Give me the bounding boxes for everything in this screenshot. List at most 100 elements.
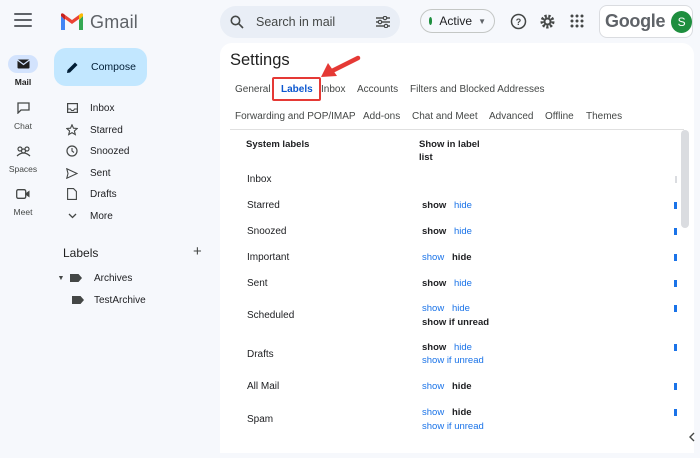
help-icon[interactable]: ?: [508, 11, 528, 31]
divider: [230, 129, 684, 130]
collapse-side-panel-button[interactable]: [684, 430, 698, 444]
row-edge-mark: [674, 254, 677, 261]
label-name: Archives: [94, 272, 133, 284]
row-edge-mark: [674, 344, 677, 351]
rail-label: Meet: [13, 207, 33, 217]
rail-meet[interactable]: Meet: [0, 185, 46, 217]
apps-grid-icon[interactable]: [567, 11, 587, 31]
compose-button[interactable]: Compose: [54, 48, 147, 86]
scheduled-show-if-unread[interactable]: show if unread: [422, 317, 489, 328]
tab-accounts[interactable]: Accounts: [357, 84, 398, 95]
hamburger-line: [14, 13, 32, 15]
tab-addons[interactable]: Add-ons: [363, 111, 400, 122]
rail-label: Spaces: [8, 164, 38, 174]
spam-show[interactable]: show: [422, 407, 444, 418]
nav-label: Inbox: [90, 102, 115, 114]
drafts-hide[interactable]: hide: [454, 342, 472, 353]
spam-show-if-unread[interactable]: show if unread: [422, 421, 484, 432]
tab-advanced[interactable]: Advanced: [489, 111, 533, 122]
row-label-inbox: Inbox: [247, 174, 272, 185]
tab-chat-meet[interactable]: Chat and Meet: [412, 111, 478, 122]
tab-filters[interactable]: Filters and Blocked Addresses: [410, 84, 545, 95]
avatar[interactable]: S: [671, 10, 692, 33]
search-icon[interactable]: [230, 15, 244, 29]
allmail-hide[interactable]: hide: [452, 381, 472, 392]
google-wordmark: Google: [605, 11, 666, 31]
tab-inbox[interactable]: Inbox: [321, 84, 345, 95]
row-edge-mark: [674, 305, 677, 312]
allmail-show[interactable]: show: [422, 381, 444, 392]
label-icon: [70, 274, 82, 282]
label-archives[interactable]: ▼ Archives: [54, 268, 214, 288]
inbox-icon: [66, 103, 78, 113]
starred-show[interactable]: show: [422, 200, 446, 211]
nav-drafts[interactable]: Drafts: [54, 184, 214, 204]
tab-themes[interactable]: Themes: [586, 111, 622, 122]
tab-general[interactable]: General: [235, 84, 271, 95]
row-label-sent: Sent: [247, 278, 268, 289]
row-label-starred: Starred: [247, 200, 280, 211]
important-show[interactable]: show: [422, 252, 444, 263]
scheduled-show[interactable]: show: [422, 303, 444, 314]
label-testarchive[interactable]: TestArchive: [54, 290, 214, 310]
snoozed-hide[interactable]: hide: [454, 226, 472, 237]
app-name: Gmail: [90, 11, 139, 32]
nav-starred[interactable]: Starred: [54, 120, 214, 140]
label-name: TestArchive: [94, 294, 146, 306]
svg-text:?: ?: [515, 17, 521, 27]
scheduled-hide[interactable]: hide: [452, 303, 470, 314]
settings-gear-icon[interactable]: [537, 11, 557, 31]
sent-hide[interactable]: hide: [454, 278, 472, 289]
hamburger-line: [14, 19, 32, 21]
sent-show[interactable]: show: [422, 278, 446, 289]
drafts-show-if-unread[interactable]: show if unread: [422, 355, 484, 366]
nav-snoozed[interactable]: Snoozed: [54, 141, 214, 161]
nav-inbox[interactable]: Inbox: [54, 98, 214, 118]
account-switcher[interactable]: Google S: [599, 5, 693, 38]
spam-hide[interactable]: hide: [452, 407, 472, 418]
caret-down-icon[interactable]: ▼: [56, 275, 66, 282]
meet-icon: [8, 185, 38, 203]
hamburger-line: [14, 25, 32, 27]
nav-sent[interactable]: Sent: [54, 163, 214, 183]
tab-offline[interactable]: Offline: [545, 111, 574, 122]
add-label-button[interactable]: +: [193, 243, 202, 260]
chevron-down-icon: [66, 213, 78, 219]
nav-label: Starred: [90, 124, 123, 136]
scrollbar-thumb[interactable]: [681, 130, 689, 228]
rail-chat[interactable]: Chat: [0, 99, 46, 131]
chevron-left-icon: [688, 432, 694, 442]
nav-more[interactable]: More: [54, 206, 214, 226]
row-label-snoozed: Snoozed: [247, 226, 287, 237]
compose-label: Compose: [91, 61, 136, 73]
drafts-show[interactable]: show: [422, 342, 446, 353]
send-icon: [66, 167, 78, 179]
important-hide[interactable]: hide: [452, 252, 472, 263]
tab-forwarding[interactable]: Forwarding and POP/IMAP: [235, 111, 356, 122]
show-in-label-header-cont: list: [419, 152, 433, 163]
row-edge-mark: [675, 176, 677, 183]
search-input[interactable]: Search in mail: [256, 15, 376, 29]
starred-hide[interactable]: hide: [454, 200, 472, 211]
labels-heading: Labels: [63, 246, 99, 260]
search-bar[interactable]: Search in mail: [220, 6, 400, 38]
show-in-label-header: Show in label: [419, 139, 480, 150]
highlight-box: [272, 77, 321, 101]
status-label: Active: [439, 14, 473, 28]
nav-label: Sent: [90, 167, 111, 179]
gmail-logo[interactable]: Gmail: [60, 10, 138, 34]
row-label-scheduled: Scheduled: [247, 310, 295, 321]
row-edge-mark: [674, 228, 677, 235]
label-icon: [72, 296, 84, 304]
star-icon: [66, 124, 78, 136]
main-menu-button[interactable]: [14, 13, 32, 29]
rail-spaces[interactable]: Spaces: [0, 142, 46, 174]
status-dropdown[interactable]: Active ▼: [420, 9, 495, 33]
search-options-icon[interactable]: [376, 16, 390, 28]
mail-icon: [8, 55, 38, 73]
snoozed-show[interactable]: show: [422, 226, 446, 237]
row-edge-mark: [674, 383, 677, 390]
rail-mail[interactable]: Mail: [0, 55, 46, 87]
page-title: Settings: [230, 51, 290, 69]
rail-label: Chat: [14, 121, 32, 131]
